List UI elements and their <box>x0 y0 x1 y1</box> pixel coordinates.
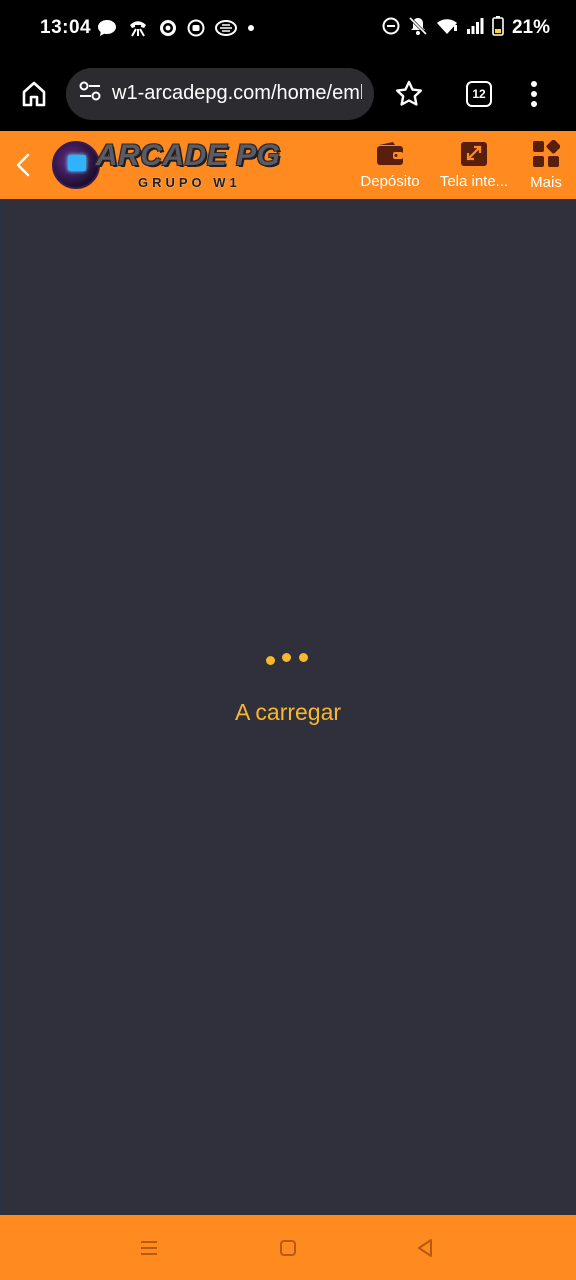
logo-subtitle: GRUPO W1 <box>138 175 241 190</box>
tab-count-button[interactable]: 12 <box>466 80 492 107</box>
loader-dot <box>266 656 275 665</box>
home-button[interactable] <box>18 78 50 110</box>
browser-toolbar: w1-arcadepg.com/home/emb 12 <box>0 56 576 131</box>
grid-icon <box>533 139 560 167</box>
game-frame[interactable]: A carregar <box>0 199 576 1215</box>
phone-link-icon <box>127 19 149 37</box>
status-left-icons <box>97 19 255 37</box>
recent-apps-button[interactable] <box>136 1235 162 1261</box>
loading-spinner <box>266 651 310 667</box>
signal-icon <box>466 17 484 40</box>
fullscreen-label: Tela inte... <box>439 172 509 190</box>
url-text[interactable]: w1-arcadepg.com/home/emb <box>112 82 362 105</box>
bookmark-button[interactable] <box>394 79 424 109</box>
deposit-button[interactable]: Depósito <box>354 131 426 199</box>
app-header: ARCADE PG GRUPO W1 Depósito Tela inte...… <box>0 131 576 199</box>
overflow-menu-icon[interactable] <box>530 80 538 107</box>
status-time: 13:04 <box>40 17 92 38</box>
header-actions: Depósito Tela inte... Mais <box>354 131 576 199</box>
bell-off-icon <box>408 16 428 41</box>
home-nav-button[interactable] <box>275 1235 301 1261</box>
address-bar[interactable]: w1-arcadepg.com/home/emb <box>66 67 374 120</box>
battery-percent: 21% <box>511 17 550 38</box>
chevron-left-icon <box>16 153 30 177</box>
wallet-icon <box>377 141 403 165</box>
arcade-machine-badge <box>52 141 100 189</box>
pay-app-icon <box>215 19 238 37</box>
loader-dot <box>299 653 308 662</box>
more-label: Mais <box>530 173 562 191</box>
dot-icon <box>247 24 255 32</box>
site-settings-icon[interactable] <box>78 80 102 107</box>
more-button[interactable]: Mais <box>524 131 568 199</box>
fullscreen-button[interactable]: Tela inte... <box>434 131 514 199</box>
square-icon <box>280 1240 296 1256</box>
dnd-icon <box>382 17 400 40</box>
wifi-icon <box>436 17 458 40</box>
home-icon <box>22 81 46 106</box>
expand-icon <box>461 141 487 166</box>
triangle-back-icon <box>418 1239 432 1257</box>
star-icon <box>396 80 422 106</box>
loader-dot <box>282 653 291 662</box>
status-right-icons: 21% <box>382 15 550 41</box>
shield-app-icon <box>159 19 177 37</box>
battery-icon <box>492 15 504 41</box>
chat-bubble-icon <box>97 19 117 37</box>
status-bar: 13:04 21% <box>0 0 576 56</box>
system-nav-bar <box>0 1215 576 1280</box>
deposit-label: Depósito <box>360 172 420 190</box>
logo-title: ARCADE PG <box>96 139 281 172</box>
arcade-pg-logo: ARCADE PG GRUPO W1 <box>52 135 282 195</box>
back-nav-button[interactable] <box>412 1235 438 1261</box>
menu-lines-icon <box>141 1241 157 1255</box>
record-app-icon <box>187 19 205 37</box>
loading-text: A carregar <box>234 699 342 725</box>
back-button[interactable] <box>0 131 46 199</box>
